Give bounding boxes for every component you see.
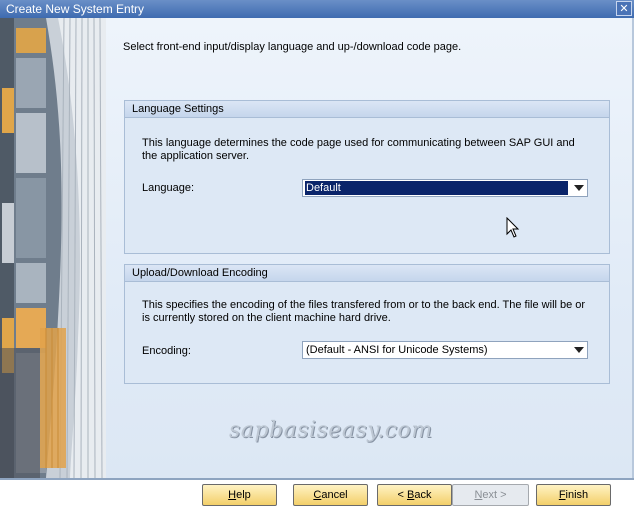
language-value: Default [305,181,568,195]
help-button[interactable]: Help [202,484,277,506]
back-prefix: < [397,489,407,501]
close-button[interactable]: ✕ [616,1,632,16]
encoding-header: Upload/Download Encoding [125,265,609,282]
encoding-value: (Default - ANSI for Unicode Systems) [306,344,488,356]
next-button[interactable]: Next > [452,484,529,506]
language-label: Language: [142,182,194,194]
language-settings-header: Language Settings [125,101,609,118]
help-label: elp [236,489,251,501]
watermark: sapbasiseasy.com [229,418,433,443]
wizard-content: Select front-end input/display language … [106,18,634,478]
finish-button[interactable]: Finish [536,484,611,506]
instruction-text: Select front-end input/display language … [123,41,462,53]
wizard-side-image [0,18,106,478]
back-button[interactable]: < Back [377,484,452,506]
cancel-button[interactable]: Cancel [293,484,368,506]
close-icon: ✕ [619,3,629,15]
finish-accelerator: F [558,489,566,501]
button-bar: Help Cancel < Back Next > Finish [0,478,634,514]
encoding-label: Encoding: [142,345,191,357]
language-dropdown[interactable]: Default [302,179,588,197]
mouse-pointer-icon [506,217,520,238]
chevron-down-icon[interactable] [574,347,584,353]
cancel-label: ancel [321,489,348,501]
encoding-dropdown[interactable]: (Default - ANSI for Unicode Systems) [302,341,588,359]
language-settings-group: Language Settings This language determin… [124,100,610,254]
encoding-description: This specifies the encoding of the files… [142,299,586,324]
chevron-down-icon[interactable] [574,185,584,191]
back-label: ack [414,489,432,501]
next-label: ext > [482,489,507,501]
footer-divider [0,478,634,480]
language-description: This language determines the code page u… [142,137,575,162]
title-bar: Create New System Entry ✕ [0,0,634,18]
encoding-group: Upload/Download Encoding This specifies … [124,264,610,384]
finish-label: inish [565,489,589,501]
window-title: Create New System Entry [6,2,145,16]
help-accelerator: H [228,489,237,501]
